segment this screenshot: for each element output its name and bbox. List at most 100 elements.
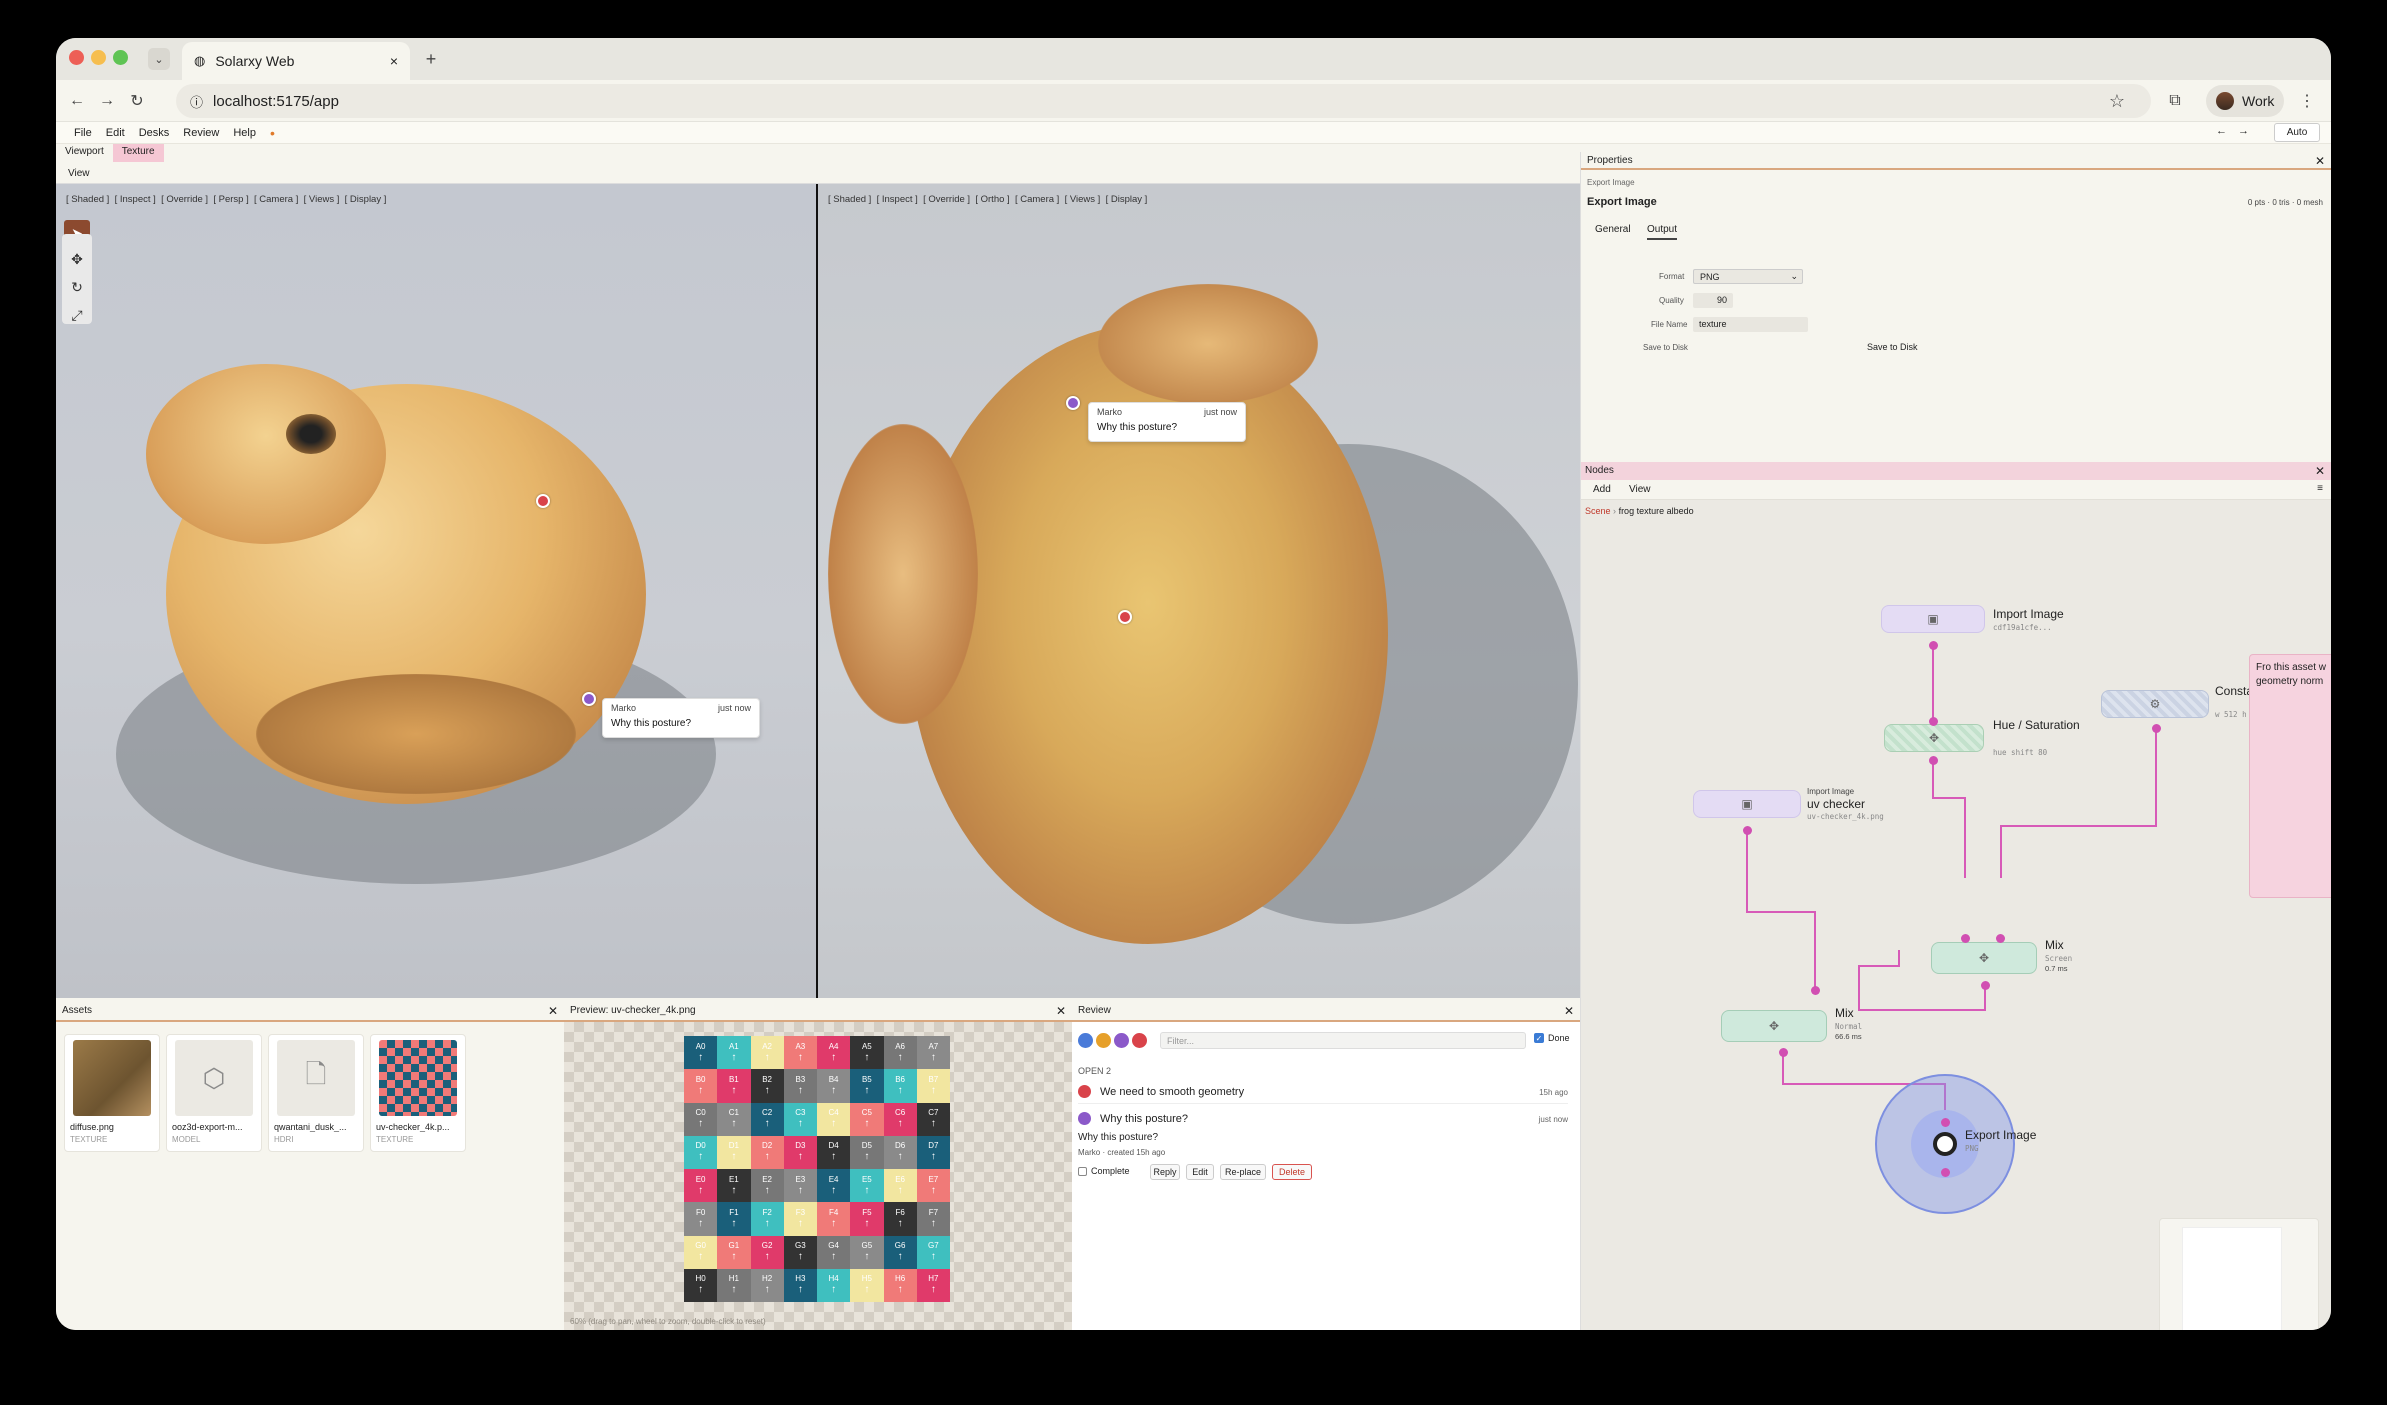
uv-checker-node[interactable]: ▣ bbox=[1693, 790, 1801, 818]
extensions-icon[interactable]: ⧉ bbox=[2164, 90, 2186, 112]
comment-pin-marko-right[interactable] bbox=[1066, 396, 1080, 410]
sticky-note[interactable]: Fro this asset w geometry norm bbox=[2249, 654, 2331, 898]
menu-views[interactable]: [ Views ] bbox=[304, 194, 340, 205]
format-select[interactable]: PNG ⌄ bbox=[1693, 269, 1803, 284]
maximize-window-button[interactable] bbox=[113, 50, 128, 65]
comment-popup-right[interactable]: Marko just now Why this posture? bbox=[1088, 402, 1246, 442]
output-port[interactable] bbox=[1743, 826, 1752, 835]
minimap-viewport[interactable] bbox=[2182, 1227, 2282, 1330]
replace-button[interactable]: Re-place bbox=[1220, 1164, 1266, 1180]
redo-icon[interactable]: → bbox=[2238, 125, 2249, 137]
filename-input[interactable]: texture bbox=[1693, 317, 1808, 332]
undo-icon[interactable]: ← bbox=[2216, 125, 2227, 137]
output-port[interactable] bbox=[1779, 1048, 1788, 1057]
input-port[interactable] bbox=[1929, 717, 1938, 726]
reload-icon[interactable]: ↻ bbox=[126, 90, 148, 112]
complete-checkbox[interactable]: Complete bbox=[1078, 1166, 1130, 1176]
output-port[interactable] bbox=[2152, 724, 2161, 733]
close-icon[interactable]: ✕ bbox=[548, 1004, 558, 1018]
output-port[interactable] bbox=[1981, 981, 1990, 990]
viewport-perspective[interactable]: [ Shaded ] [ Inspect ] [ Override ] [ Pe… bbox=[56, 184, 816, 998]
move-tool-icon[interactable]: ✥ bbox=[64, 246, 90, 272]
filter-input[interactable]: Filter... bbox=[1160, 1032, 1526, 1049]
comment-pin-marko[interactable] bbox=[582, 692, 596, 706]
close-icon[interactable]: ✕ bbox=[1056, 1004, 1066, 1018]
menu-edit[interactable]: Edit bbox=[106, 127, 125, 139]
scale-tool-icon[interactable]: ⤢ bbox=[64, 302, 90, 328]
menu-help[interactable]: Help bbox=[233, 127, 256, 139]
reply-button[interactable]: Reply bbox=[1150, 1164, 1180, 1180]
menu-desks[interactable]: Desks bbox=[139, 127, 170, 139]
input-port[interactable] bbox=[1811, 986, 1820, 995]
output-port[interactable] bbox=[1941, 1168, 1950, 1177]
tab-search-icon[interactable]: ⌄ bbox=[148, 48, 170, 70]
new-tab-button[interactable]: + bbox=[420, 48, 442, 70]
import-image-node[interactable]: ▣ bbox=[1881, 605, 1985, 633]
asset-card[interactable]: ⬡ ooz3d-export-m... MODEL bbox=[166, 1034, 262, 1152]
tab-texture[interactable]: Texture bbox=[112, 144, 164, 162]
minimize-window-button[interactable] bbox=[91, 50, 106, 65]
menu-inspect-right[interactable]: [ Inspect ] bbox=[877, 194, 918, 205]
done-toggle[interactable]: ✓ Done bbox=[1534, 1033, 1570, 1043]
constant-node[interactable]: ⚙ bbox=[2101, 690, 2209, 718]
menu-views-right[interactable]: [ Views ] bbox=[1065, 194, 1101, 205]
site-info-icon[interactable]: ⓘ bbox=[190, 92, 203, 111]
menu-ortho[interactable]: [ Ortho ] bbox=[975, 194, 1009, 205]
input-port[interactable] bbox=[1961, 934, 1970, 943]
review-item[interactable]: We need to smooth geometry 15h ago bbox=[1078, 1082, 1568, 1104]
mix-screen-node[interactable]: ✥ bbox=[1931, 942, 2037, 974]
menu-display-right[interactable]: [ Display ] bbox=[1106, 194, 1148, 205]
bookmark-star-icon[interactable]: ☆ bbox=[2106, 90, 2128, 112]
filter-red-icon[interactable] bbox=[1132, 1033, 1147, 1048]
asset-card[interactable]: uv-checker_4k.p... TEXTURE bbox=[370, 1034, 466, 1152]
menu-persp[interactable]: [ Persp ] bbox=[213, 194, 248, 205]
delete-button[interactable]: Delete bbox=[1272, 1164, 1312, 1180]
minimap[interactable] bbox=[2159, 1218, 2319, 1330]
tab-output[interactable]: Output bbox=[1647, 224, 1678, 240]
asset-card[interactable]: diffuse.png TEXTURE bbox=[64, 1034, 160, 1152]
viewport-ortho[interactable]: [ Shaded ] [ Inspect ] [ Override ] [ Or… bbox=[818, 184, 1580, 998]
view-menu[interactable]: View bbox=[56, 162, 1580, 184]
input-port[interactable] bbox=[1941, 1118, 1950, 1127]
mix-normal-node[interactable]: ✥ bbox=[1721, 1010, 1827, 1042]
address-bar[interactable]: ⓘ localhost:5175/app bbox=[176, 84, 2151, 118]
quality-input[interactable]: 90 bbox=[1693, 293, 1733, 308]
save-to-disk-button[interactable]: Save to Disk bbox=[1867, 342, 1918, 352]
menu-file[interactable]: File bbox=[74, 127, 92, 139]
kebab-menu-icon[interactable]: ⋮ bbox=[2296, 90, 2318, 112]
menu-override-right[interactable]: [ Override ] bbox=[923, 194, 970, 205]
comment-popup[interactable]: Marko just now Why this posture? bbox=[602, 698, 760, 738]
filter-purple-icon[interactable] bbox=[1114, 1033, 1129, 1048]
input-port[interactable] bbox=[1996, 934, 2005, 943]
tab-close-icon[interactable]: × bbox=[390, 53, 398, 69]
close-icon[interactable]: ✕ bbox=[2315, 154, 2325, 168]
menu-inspect[interactable]: [ Inspect ] bbox=[115, 194, 156, 205]
menu-camera-right[interactable]: [ Camera ] bbox=[1015, 194, 1059, 205]
nodes-panel[interactable]: Nodes ✕ Add View ≡ Scene › frog texture … bbox=[1580, 462, 2331, 1330]
output-port[interactable] bbox=[1929, 756, 1938, 765]
tab-general[interactable]: General bbox=[1595, 224, 1631, 235]
preview-panel[interactable]: A0 ↑ A1 ↑ A2 ↑ A3 ↑ A4 ↑ A5 ↑ A6 ↑ A7 ↑ B0 ↑ B1 ↑ B2 ↑ B3 ↑ B4 ↑ B… bbox=[564, 1022, 1072, 1330]
menu-display[interactable]: [ Display ] bbox=[345, 194, 387, 205]
rotate-tool-icon[interactable]: ↻ bbox=[64, 274, 90, 300]
menu-override[interactable]: [ Override ] bbox=[161, 194, 208, 205]
menu-camera[interactable]: [ Camera ] bbox=[254, 194, 298, 205]
asset-card[interactable]: 🗋 qwantani_dusk_... HDRI bbox=[268, 1034, 364, 1152]
browser-tab[interactable]: ◍ Solarxy Web × bbox=[182, 42, 410, 80]
forward-icon[interactable]: → bbox=[96, 90, 118, 112]
close-icon[interactable]: ✕ bbox=[1564, 1004, 1574, 1018]
comment-pin[interactable] bbox=[536, 494, 550, 508]
filter-blue-icon[interactable] bbox=[1078, 1033, 1093, 1048]
auto-button[interactable]: Auto bbox=[2274, 123, 2320, 142]
output-port[interactable] bbox=[1929, 641, 1938, 650]
menu-shaded-right[interactable]: [ Shaded ] bbox=[828, 194, 871, 205]
back-icon[interactable]: ← bbox=[66, 90, 88, 112]
comment-pin-right[interactable] bbox=[1118, 610, 1132, 624]
profile-button[interactable]: Work bbox=[2206, 85, 2284, 117]
menu-review[interactable]: Review bbox=[183, 127, 219, 139]
hue-saturation-node[interactable]: ✥ bbox=[1884, 724, 1984, 752]
filter-orange-icon[interactable] bbox=[1096, 1033, 1111, 1048]
close-window-button[interactable] bbox=[69, 50, 84, 65]
edit-button[interactable]: Edit bbox=[1186, 1164, 1214, 1180]
menu-shaded[interactable]: [ Shaded ] bbox=[66, 194, 109, 205]
